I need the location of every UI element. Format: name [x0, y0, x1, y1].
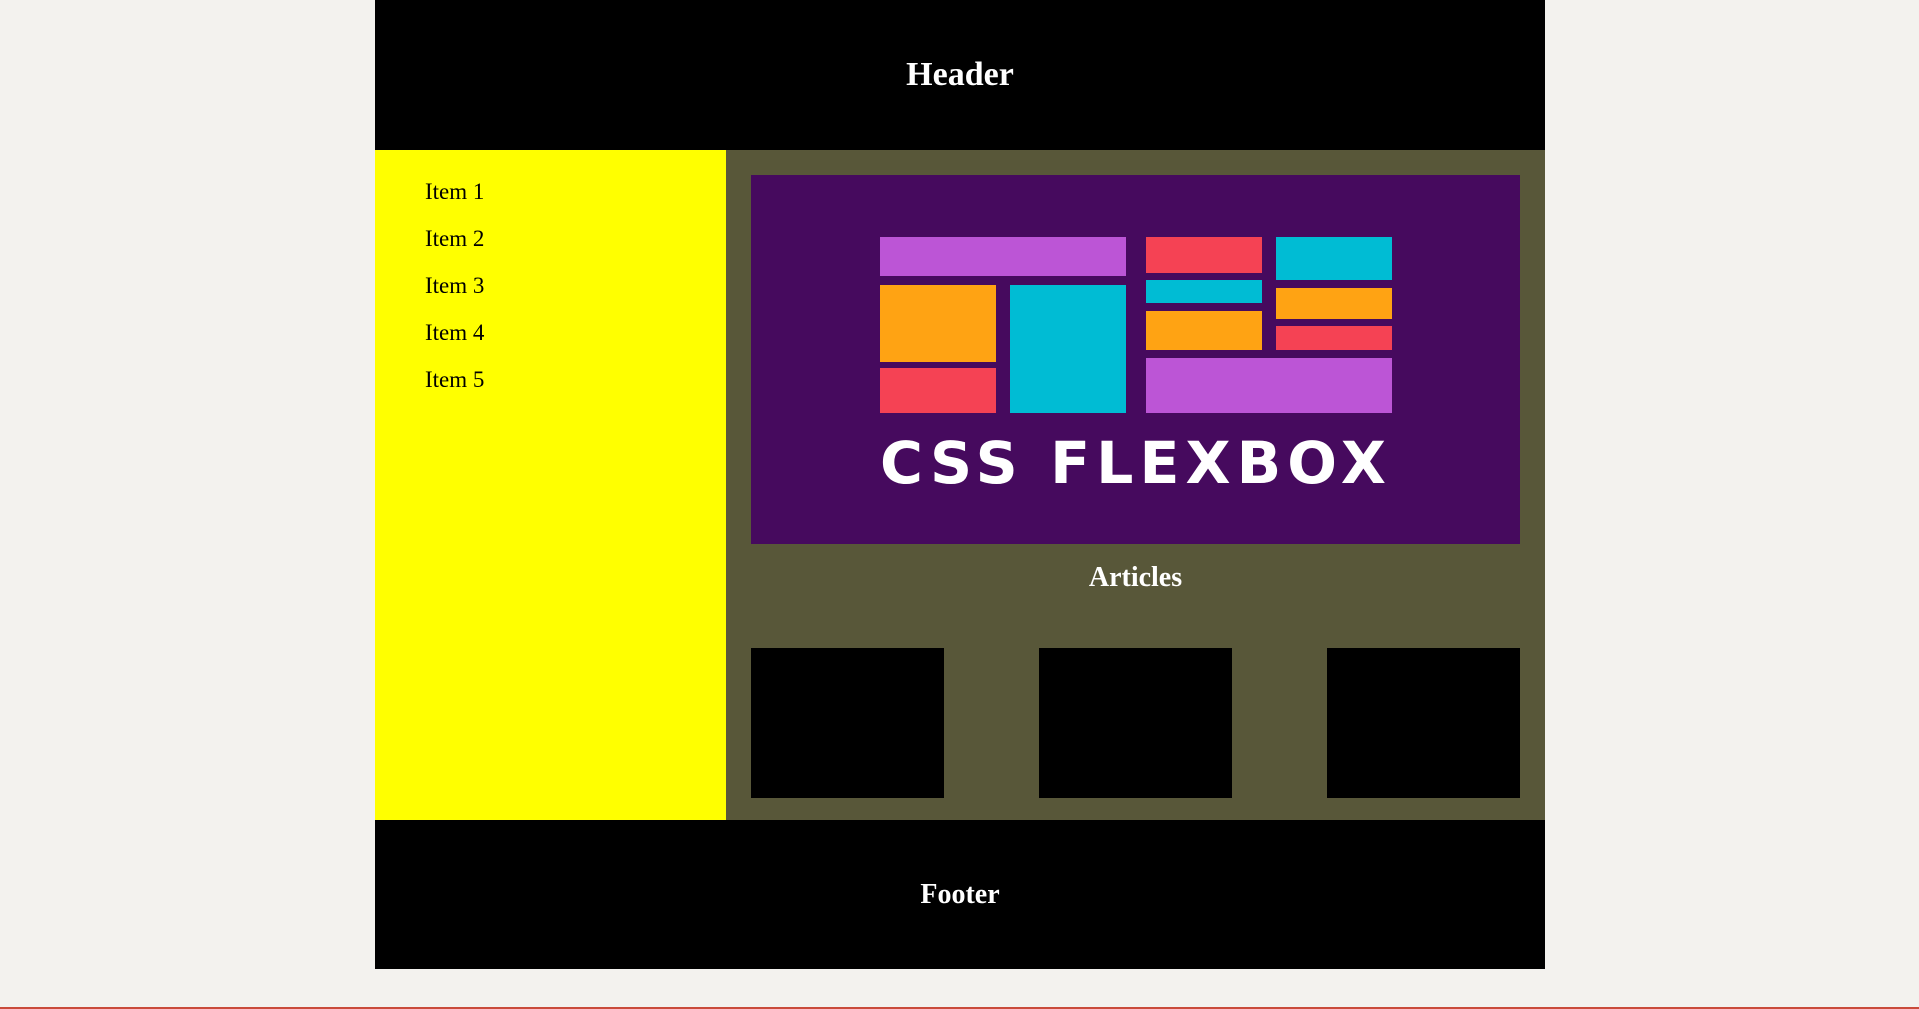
- sidebar-item-5[interactable]: Item 5: [425, 366, 726, 413]
- articles-heading: Articles: [1088, 562, 1183, 593]
- hero-image: CSS FLEXBOX: [751, 175, 1520, 544]
- header-title: Header: [906, 56, 1014, 93]
- article-card[interactable]: [1039, 648, 1232, 798]
- page-header: Header: [375, 0, 1545, 150]
- page-footer: Footer: [375, 820, 1545, 969]
- sidebar-item-4[interactable]: Item 4: [425, 319, 726, 366]
- article-card[interactable]: [1327, 648, 1520, 798]
- css-flexbox-logo-icon: CSS FLEXBOX: [880, 237, 1392, 497]
- hero-logo-text: CSS FLEXBOX: [880, 429, 1392, 497]
- sidebar-list: Item 1 Item 2 Item 3 Item 4 Item 5: [375, 150, 726, 413]
- main-content: CSS FLEXBOX Articles: [726, 150, 1545, 820]
- sidebar-item-2[interactable]: Item 2: [425, 225, 726, 272]
- page-container: Header Item 1 Item 2 Item 3 Item 4 Item …: [375, 0, 1545, 969]
- sidebar: Item 1 Item 2 Item 3 Item 4 Item 5: [375, 150, 726, 820]
- article-card[interactable]: [751, 648, 944, 798]
- sidebar-item-3[interactable]: Item 3: [425, 272, 726, 319]
- footer-title: Footer: [920, 878, 1000, 910]
- sidebar-item-1[interactable]: Item 1: [425, 178, 726, 225]
